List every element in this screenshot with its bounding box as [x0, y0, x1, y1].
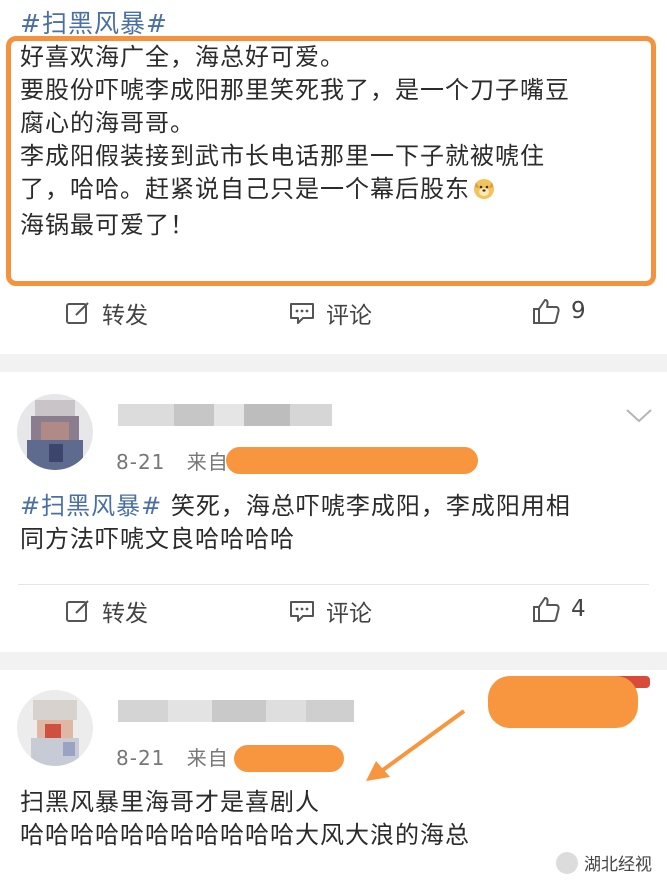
post1-line-2: 要股份吓唬李成阳那里笑死我了，是一个刀子嘴豆: [20, 76, 570, 104]
comment-bubble-icon: [290, 601, 314, 622]
chevron-down-icon[interactable]: [624, 406, 654, 426]
post1-line-5: 了，哈哈。赶紧说自己只是一个幕后股东: [20, 173, 650, 209]
post2-date: 8-21: [116, 450, 166, 474]
redaction-mark: [488, 676, 638, 728]
post1-like-button[interactable]: 9: [531, 296, 586, 326]
doge-emoji-icon: [472, 176, 496, 209]
post1-line-4: 李成阳假装接到武市长电话那里一下子就被唬住: [20, 142, 545, 170]
post3-line-2: 哈哈哈哈哈哈哈哈哈哈哈大风大浪的海总: [20, 821, 470, 849]
like-count: 4: [571, 596, 586, 622]
edit-square-icon: [66, 600, 89, 622]
comment-bubble-icon: [290, 303, 314, 324]
post3-body: 扫黑风暴里海哥才是喜剧人 哈哈哈哈哈哈哈哈哈哈哈大风大浪的海总: [20, 786, 650, 852]
post2-comment-button[interactable]: 评论: [288, 594, 372, 628]
post1-line-5-text: 了，哈哈。赶紧说自己只是一个幕后股东: [20, 175, 470, 203]
post3-date: 8-21: [116, 746, 166, 770]
like-count: 9: [571, 298, 586, 324]
post2-line-1-text: 笑死，海总吓唬李成阳，李成阳用相: [170, 492, 571, 520]
post2-repost-button[interactable]: 转发: [64, 594, 148, 628]
feed-separator: [0, 354, 667, 372]
post1-body: 好喜欢海广全，海总好可爱。 要股份吓唬李成阳那里笑死我了，是一个刀子嘴豆 腐心的…: [20, 41, 650, 242]
annotation-arrow-icon: [366, 709, 466, 781]
post2-source-prefix: 来自: [186, 450, 229, 474]
feed-separator: [0, 652, 667, 670]
edit-square-icon: [66, 302, 89, 324]
repost-label: 转发: [102, 601, 148, 627]
comment-label: 评论: [326, 303, 372, 329]
watermark-text: 湖北经视: [584, 855, 652, 875]
redaction-mark: [226, 447, 478, 474]
post3-avatar[interactable]: [17, 690, 93, 766]
post2-action-bar: 转发 评论 4: [0, 594, 667, 646]
post3-source-prefix: 来自: [186, 746, 229, 770]
post3-line-1: 扫黑风暴里海哥才是喜剧人: [20, 788, 320, 816]
post3-username-blurred[interactable]: [118, 700, 354, 722]
post2-line-1: #扫黑风暴# 笑死，海总吓唬李成阳，李成阳用相: [20, 490, 650, 523]
watermark-logo-icon: [556, 851, 578, 874]
post2-action-divider: [18, 584, 649, 585]
redaction-mark: [234, 745, 344, 772]
post2-line-2: 同方法吓唬文良哈哈哈哈: [20, 525, 295, 553]
post3-meta: 8-21 来自: [116, 742, 229, 771]
post1-line-1: 好喜欢海广全，海总好可爱。: [20, 43, 345, 71]
post2-meta: 8-21 来自: [116, 446, 229, 475]
post1-action-bar: 转发 评论 9: [0, 296, 667, 348]
post2-body: #扫黑风暴# 笑死，海总吓唬李成阳，李成阳用相 同方法吓唬文良哈哈哈哈: [20, 490, 650, 556]
thumbs-up-icon: [533, 597, 560, 622]
post1-comment-button[interactable]: 评论: [288, 296, 372, 330]
watermark: 湖北经视: [556, 850, 652, 875]
repost-label: 转发: [102, 303, 148, 329]
post1-line-6: 海锅最可爱了！: [20, 211, 195, 239]
post2-avatar[interactable]: [17, 394, 93, 470]
post2-hashtag[interactable]: #扫黑风暴#: [20, 492, 162, 520]
post2-username-blurred[interactable]: [118, 404, 332, 426]
post1-repost-button[interactable]: 转发: [64, 296, 148, 330]
post1-hashtag[interactable]: #扫黑风暴#: [20, 4, 168, 40]
thumbs-up-icon: [533, 299, 560, 324]
post2-like-button[interactable]: 4: [531, 594, 586, 624]
comment-label: 评论: [326, 601, 372, 627]
post1-line-3: 腐心的海哥哥。: [20, 109, 195, 137]
